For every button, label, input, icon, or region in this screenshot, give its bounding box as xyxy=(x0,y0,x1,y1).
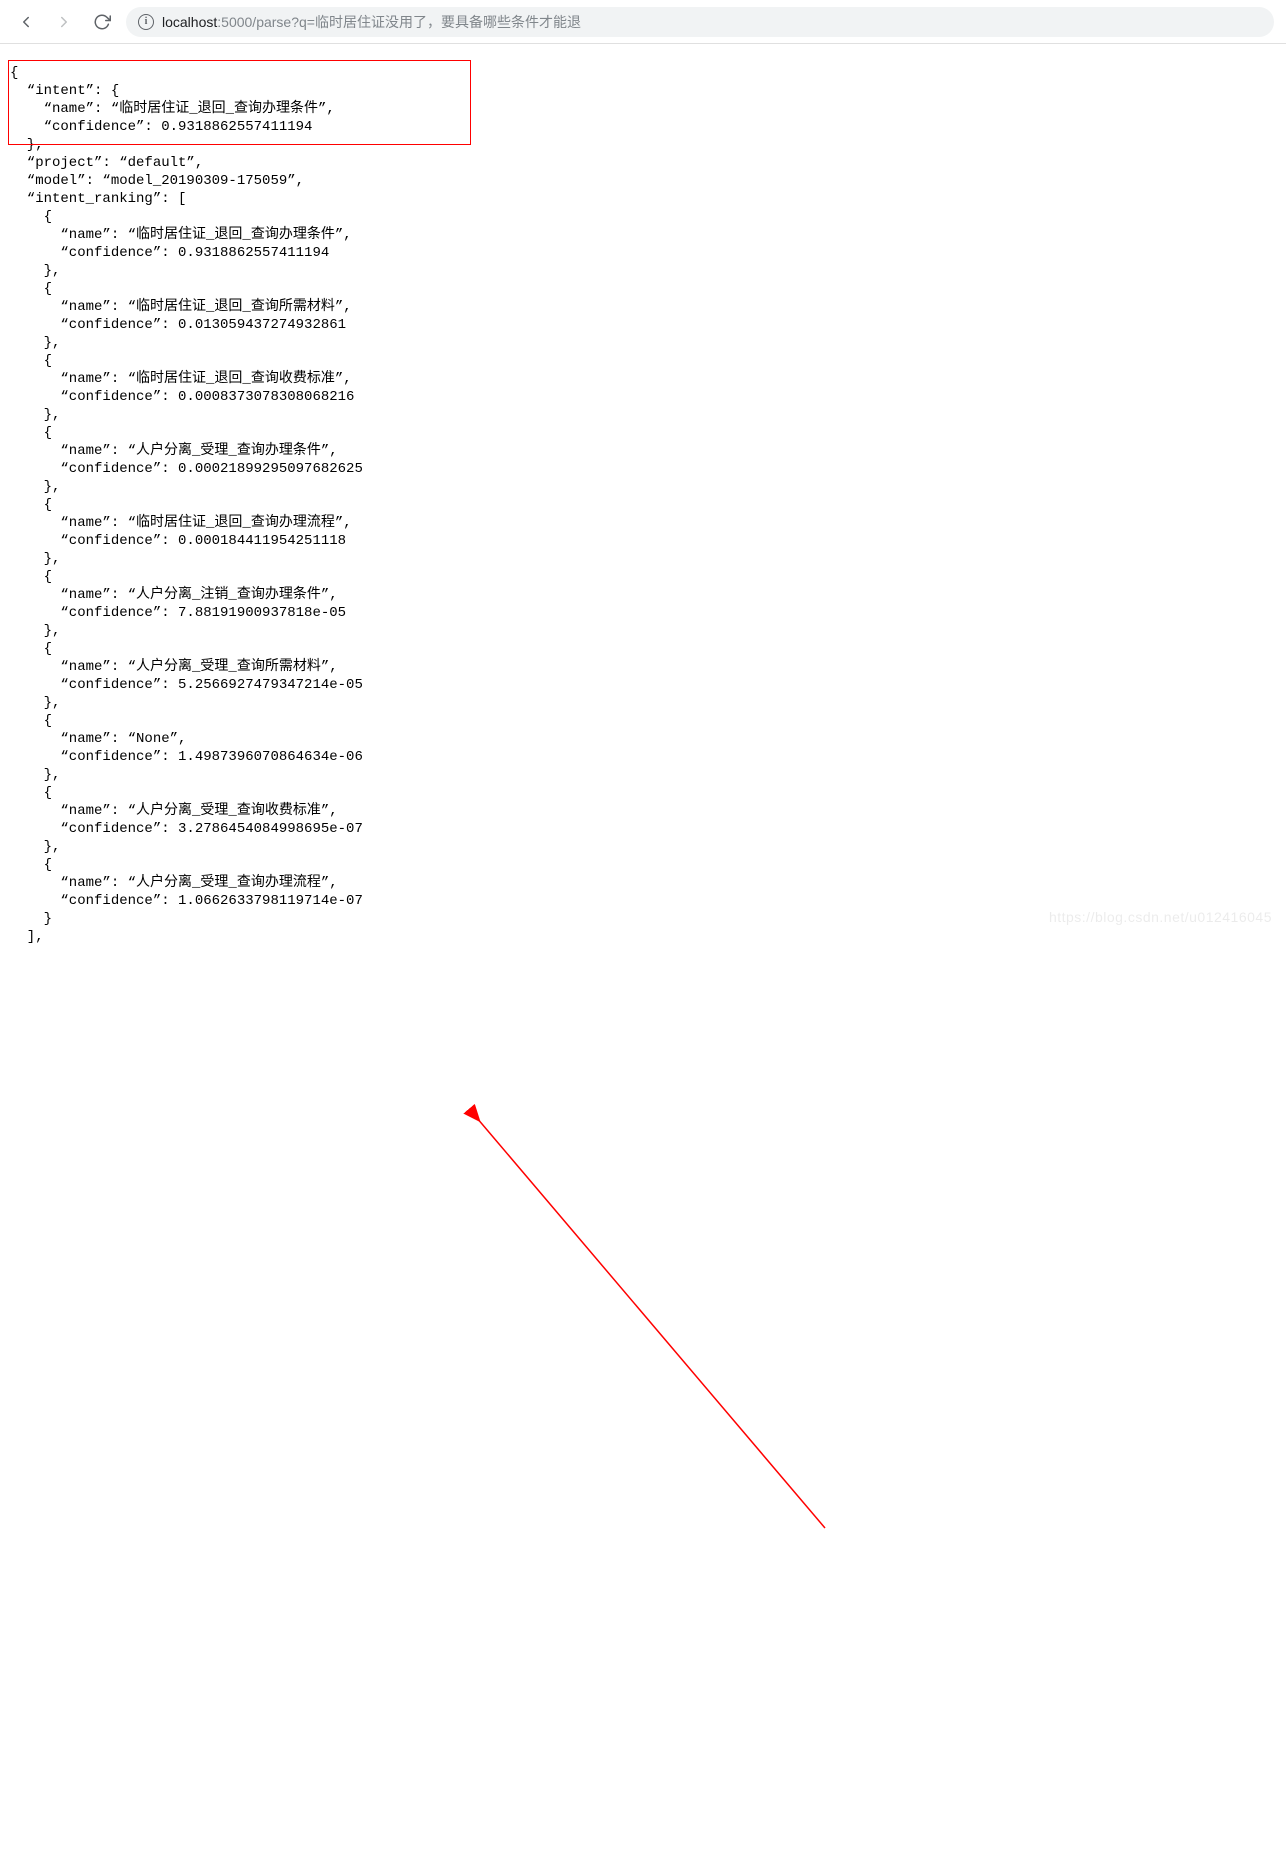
arrow-annotation xyxy=(0,956,1286,1870)
forward-button[interactable] xyxy=(50,8,78,36)
reload-button[interactable] xyxy=(88,8,116,36)
browser-toolbar: i localhost:5000/parse?q=临时居住证没用了，要具备哪些条… xyxy=(0,0,1286,44)
response-body: { “intent”: { “name”: “临时居住证_退回_查询办理条件”,… xyxy=(0,44,1286,956)
address-bar[interactable]: i localhost:5000/parse?q=临时居住证没用了，要具备哪些条… xyxy=(126,7,1274,37)
site-info-icon[interactable]: i xyxy=(138,14,154,30)
back-button[interactable] xyxy=(12,8,40,36)
url-text: localhost:5000/parse?q=临时居住证没用了，要具备哪些条件才… xyxy=(162,12,581,32)
watermark: https://blog.csdn.net/u012416045 xyxy=(1049,909,1272,925)
